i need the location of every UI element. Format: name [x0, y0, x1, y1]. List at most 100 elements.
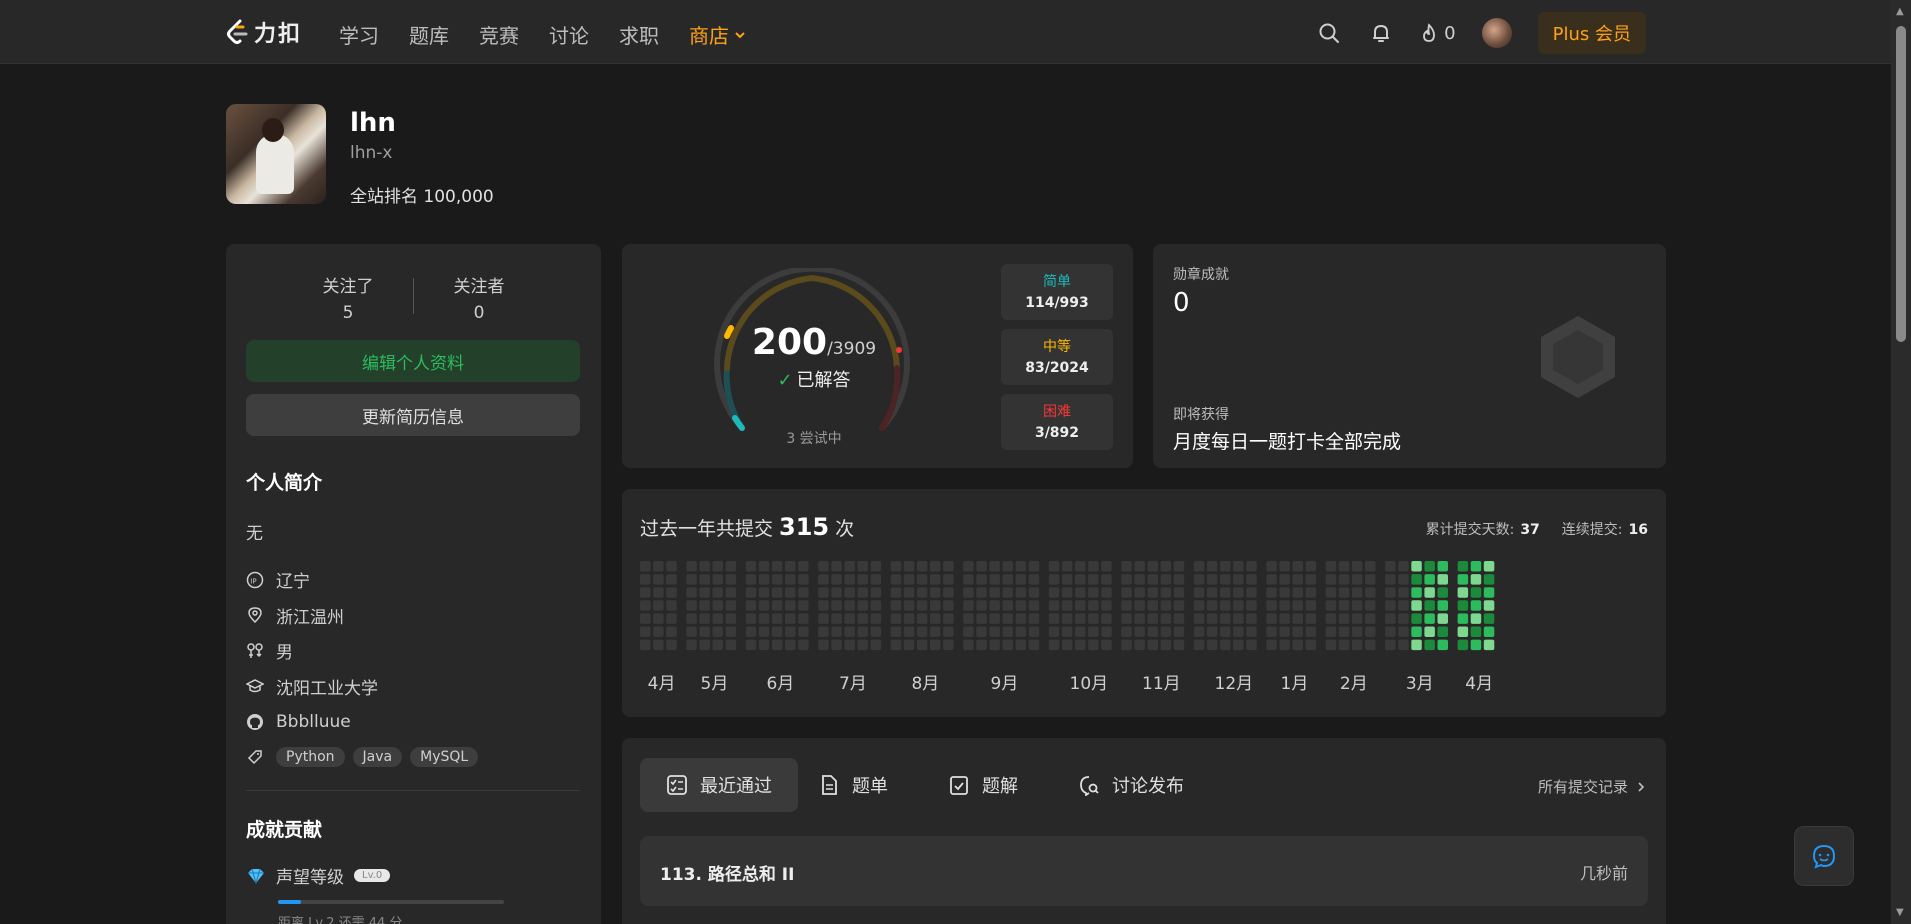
heatmap-cell[interactable] [653, 587, 664, 598]
heatmap-cell[interactable] [857, 626, 869, 638]
heatmap-cell[interactable] [916, 600, 928, 611]
heatmap-cell[interactable] [686, 626, 697, 638]
heatmap-cell[interactable] [1121, 574, 1132, 585]
heatmap-cell[interactable] [745, 574, 757, 585]
heatmap-cell[interactable] [1411, 587, 1422, 598]
heatmap-cell[interactable] [640, 600, 651, 611]
heatmap-cell[interactable] [745, 639, 757, 651]
heatmap-cell[interactable] [1101, 613, 1112, 624]
tab-problem-lists[interactable]: 题单 [792, 758, 914, 812]
heatmap-cell[interactable] [1015, 561, 1027, 572]
heatmap-cell[interactable] [1385, 561, 1396, 572]
heatmap-cell[interactable] [640, 574, 651, 585]
heatmap-cell[interactable] [818, 574, 829, 585]
heatmap-cell[interactable] [1134, 587, 1145, 598]
heatmap-cell[interactable] [640, 561, 651, 572]
heatmap-cell[interactable] [818, 587, 829, 598]
heatmap-cell[interactable] [699, 600, 710, 611]
heatmap-cell[interactable] [1028, 574, 1040, 585]
heatmap-cell[interactable] [1338, 639, 1350, 651]
heatmap-cell[interactable] [1305, 613, 1317, 624]
heatmap-cell[interactable] [1048, 587, 1060, 598]
tab-recent-accepted[interactable]: 最近通过 [640, 758, 798, 812]
heatmap-cell[interactable] [1424, 626, 1435, 638]
heatmap-cell[interactable] [798, 574, 809, 585]
heatmap-cell[interactable] [1398, 626, 1409, 638]
user-avatar[interactable] [1481, 18, 1512, 48]
heatmap-cell[interactable] [1266, 639, 1277, 651]
heatmap-cell[interactable] [1088, 626, 1099, 638]
heatmap-cell[interactable] [890, 574, 902, 585]
heatmap-cell[interactable] [1266, 574, 1277, 585]
heatmap-cell[interactable] [1220, 613, 1231, 624]
heatmap-cell[interactable] [745, 600, 757, 611]
heatmap-cell[interactable] [1305, 574, 1317, 585]
heatmap-cell[interactable] [745, 587, 757, 598]
heatmap-cell[interactable] [1305, 600, 1317, 611]
heatmap-cell[interactable] [785, 639, 796, 651]
heatmap-cell[interactable] [831, 613, 842, 624]
heatmap-cell[interactable] [1101, 587, 1112, 598]
heatmap-cell[interactable] [1015, 626, 1027, 638]
heatmap-cell[interactable] [1028, 639, 1040, 651]
scroll-thumb[interactable] [1896, 26, 1906, 342]
heatmap-cell[interactable] [1206, 587, 1218, 598]
heatmap-cell[interactable] [1101, 561, 1112, 572]
heatmap-cell[interactable] [930, 639, 941, 651]
heatmap-cell[interactable] [943, 587, 954, 598]
heatmap-cell[interactable] [989, 587, 1000, 598]
heatmap-cell[interactable] [745, 613, 757, 624]
heatmap-cell[interactable] [831, 587, 842, 598]
heatmap-cell[interactable] [1246, 587, 1257, 598]
heatmap-cell[interactable] [785, 613, 796, 624]
heatmap-cell[interactable] [1437, 626, 1449, 638]
heatmap-cell[interactable] [1398, 561, 1409, 572]
heatmap-cell[interactable] [725, 613, 737, 624]
heatmap-cell[interactable] [1483, 639, 1495, 651]
logo[interactable]: 力扣 [224, 16, 302, 48]
scrollbar[interactable]: ▲ ▼ [1891, 0, 1911, 924]
heatmap-cell[interactable] [1088, 574, 1099, 585]
heatmap-cell[interactable] [1061, 600, 1073, 611]
heatmap-cell[interactable] [1457, 561, 1469, 572]
heatmap-cell[interactable] [699, 613, 710, 624]
nav-link-discuss[interactable]: 讨论 [549, 20, 589, 49]
heatmap-cell[interactable] [930, 626, 941, 638]
heatmap-cell[interactable] [1160, 587, 1172, 598]
heatmap-cell[interactable] [943, 600, 954, 611]
heatmap-cell[interactable] [1470, 574, 1482, 585]
heatmap-cell[interactable] [1325, 639, 1337, 651]
heatmap-cell[interactable] [1173, 587, 1185, 598]
heatmap-cell[interactable] [818, 561, 829, 572]
heatmap-cell[interactable] [1220, 600, 1231, 611]
heatmap-cell[interactable] [870, 626, 882, 638]
heatmap-cell[interactable] [903, 574, 915, 585]
heatmap-cell[interactable] [640, 626, 651, 638]
heatmap-cell[interactable] [844, 561, 855, 572]
heatmap-cell[interactable] [1365, 600, 1376, 611]
heatmap-cell[interactable] [1101, 600, 1112, 611]
heatmap-cell[interactable] [870, 561, 882, 572]
heatmap-cell[interactable] [1365, 639, 1376, 651]
heatmap-cell[interactable] [1246, 613, 1257, 624]
heatmap-cell[interactable] [976, 613, 987, 624]
heatmap-cell[interactable] [916, 561, 928, 572]
heatmap-cell[interactable] [1325, 561, 1337, 572]
profile-avatar[interactable] [226, 104, 326, 204]
heatmap-cell[interactable] [725, 626, 737, 638]
heatmap-cell[interactable] [1160, 561, 1172, 572]
heatmap-cell[interactable] [1173, 574, 1185, 585]
heatmap-cell[interactable] [1365, 587, 1376, 598]
heatmap-cell[interactable] [1292, 626, 1304, 638]
heatmap-cell[interactable] [870, 600, 882, 611]
heatmap-cell[interactable] [798, 587, 809, 598]
heatmap-cell[interactable] [1292, 587, 1304, 598]
heatmap-cell[interactable] [1437, 639, 1449, 651]
heatmap-cell[interactable] [1134, 574, 1145, 585]
heatmap-cell[interactable] [771, 574, 783, 585]
heatmap-cell[interactable] [686, 587, 697, 598]
heatmap-cell[interactable] [1134, 639, 1145, 651]
heatmap-cell[interactable] [870, 587, 882, 598]
heatmap-cell[interactable] [1193, 574, 1205, 585]
heatmap-cell[interactable] [725, 600, 737, 611]
